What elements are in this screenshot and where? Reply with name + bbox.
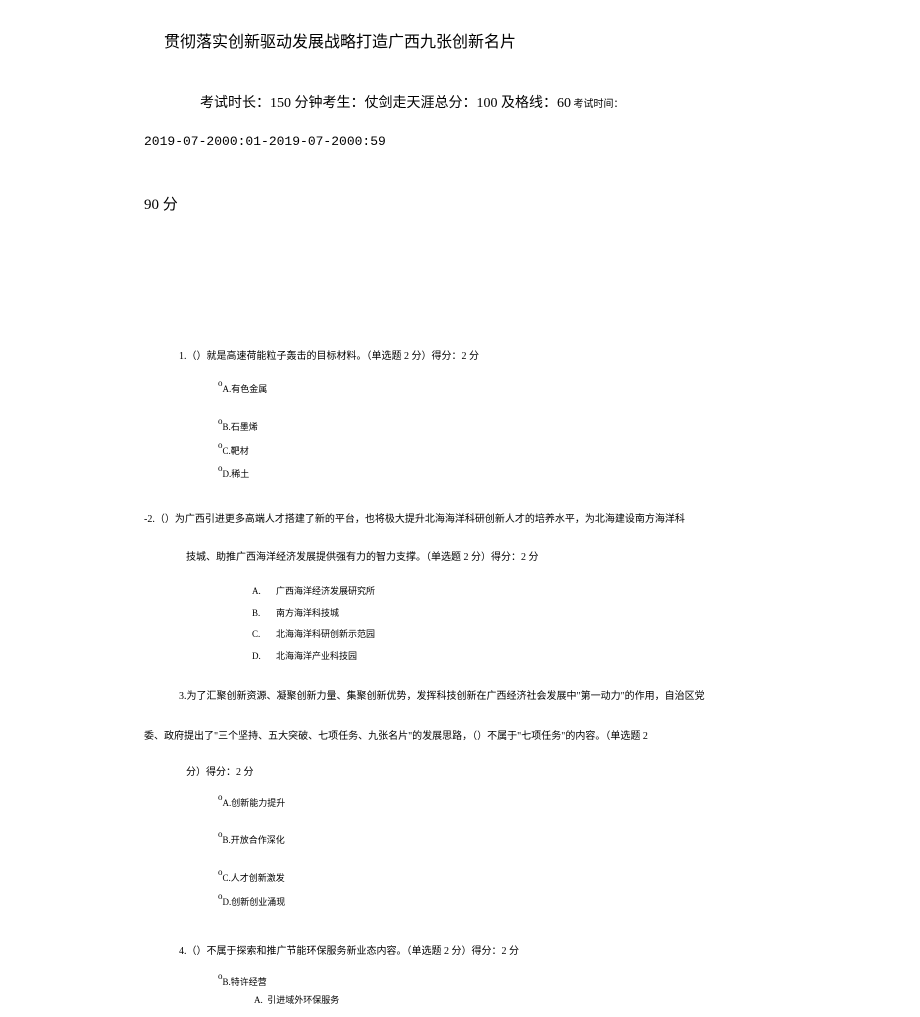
q1-opt-a: oA.有色金属 xyxy=(218,376,776,400)
q4-stem: 4.（）不属于探索和推广节能环保服务新业态内容。（单选题 2 分）得分：2 分 xyxy=(144,939,776,965)
candidate-value: 仗剑走天涯 xyxy=(365,96,435,111)
q2-stem-line2: 技城、助推广西海洋经济发展提供强有力的智力支撑。（单选题 2 分）得分：2 分 xyxy=(186,545,776,571)
degree-icon: o xyxy=(218,463,223,473)
q3-opt-b: oB.开放合作深化 xyxy=(218,827,776,851)
degree-icon: o xyxy=(218,378,223,388)
score: 90 分 xyxy=(144,193,920,214)
q3-stem-line1: 3.为了汇聚创新资源、凝聚创新力量、集聚创新优势，发挥科技创新在广西经济社会发展… xyxy=(144,684,776,710)
q3-stem-line2: 委、政府提出了"三个坚持、五大突破、七项任务、九张名片"的发展思路，（）不属于"… xyxy=(144,724,776,750)
duration-value: 150 分钟 xyxy=(270,96,323,111)
q2-opt-c: C.北海海洋科研创新示范园 xyxy=(252,624,776,646)
q4-opt-a: A. 引进域外环保服务 xyxy=(254,991,776,1009)
total-label: 总分： xyxy=(435,96,477,111)
q2-opt-b: B.南方海洋科技城 xyxy=(252,603,776,625)
q1-stem: 1.（）就是高速荷能粒子轰击的目标材料。（单选题 2 分）得分：2 分 xyxy=(144,344,776,370)
degree-icon: o xyxy=(218,416,223,426)
degree-icon: o xyxy=(218,867,223,877)
q1-opt-b: oB.石墨烯 xyxy=(218,414,776,438)
q2-opt-a: A.广西海洋经济发展研究所 xyxy=(252,581,776,603)
degree-icon: o xyxy=(218,792,223,802)
q2-options: A.广西海洋经济发展研究所 B.南方海洋科技城 C.北海海洋科研创新示范园 D.… xyxy=(252,581,776,667)
q3-stem-line3: 分）得分：2 分 xyxy=(186,760,776,786)
q1-opt-d: oD.稀土 xyxy=(218,461,776,485)
degree-icon: o xyxy=(218,971,223,981)
page-title: 贯彻落实创新驱动发展战略打造广西九张创新名片 xyxy=(164,28,920,52)
time-range: 2019-07-2000:01-2019-07-2000:59 xyxy=(144,134,920,149)
degree-icon: o xyxy=(218,891,223,901)
pass-label: 及格线： xyxy=(498,96,558,111)
candidate-label: 考生： xyxy=(323,96,365,111)
q1-opt-c: oC.靶材 xyxy=(218,438,776,462)
total-value: 100 xyxy=(477,96,498,111)
duration-label: 考试时长： xyxy=(200,96,270,111)
pass-value: 60 xyxy=(557,96,571,111)
exam-meta: 考试时长：150 分钟考生：仗剑走天涯总分：100 及格线：60 考试时间： xyxy=(200,92,920,112)
q4-options: oB.特许经营 xyxy=(218,969,776,991)
q1-options: oA.有色金属 oB.石墨烯 oC.靶材 oD.稀土 xyxy=(218,376,776,485)
degree-icon: o xyxy=(218,440,223,450)
q2-stem-line1: -2.（）为广西引进更多高端人才搭建了新的平台，也将极大提升北海海洋科研创新人才… xyxy=(144,507,776,533)
q3-opt-a: oA.创新能力提升 xyxy=(218,790,776,814)
q3-opt-c: oC.人才创新激发 xyxy=(218,865,776,889)
exam-time-label: 考试时间： xyxy=(571,99,624,110)
degree-icon: o xyxy=(218,829,223,839)
q3-options: oA.创新能力提升 oB.开放合作深化 oC.人才创新激发 oD.创新创业涌现 xyxy=(218,790,776,913)
q4-opt-b: oB.特许经营 xyxy=(218,969,776,991)
content: 1.（）就是高速荷能粒子轰击的目标材料。（单选题 2 分）得分：2 分 oA.有… xyxy=(144,344,776,1009)
q2-opt-d: D.北海海洋产业科技园 xyxy=(252,646,776,668)
q3-opt-d: oD.创新创业涌现 xyxy=(218,889,776,913)
